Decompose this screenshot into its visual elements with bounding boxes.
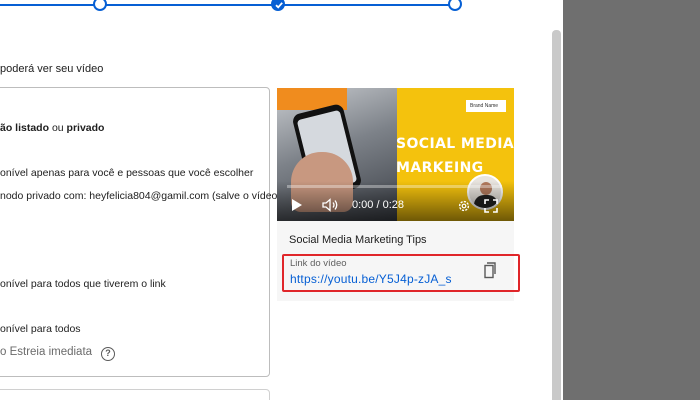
- upload-dialog: poderá ver seu vídeo ão listado ou priva…: [0, 0, 563, 400]
- check-icon: [275, 2, 283, 9]
- stepper-step-visibility[interactable]: [448, 0, 462, 11]
- page-backdrop: [563, 0, 700, 400]
- or-word: ou: [51, 122, 64, 134]
- progress-bar[interactable]: [287, 185, 502, 188]
- volume-icon[interactable]: [322, 198, 340, 212]
- play-icon[interactable]: [291, 198, 303, 212]
- stepper-step-checks[interactable]: [271, 0, 285, 11]
- video-title: Social Media Marketing Tips: [289, 234, 427, 246]
- playback-time: 0:00 / 0:28: [352, 199, 404, 211]
- thumbnail-title-line-1: SOCIAL MEDIA: [396, 136, 514, 152]
- thumbnail-brand-badge: Brand Name: [466, 100, 506, 112]
- public-option-description: onível para todos: [0, 323, 81, 335]
- stepper-line: [0, 4, 455, 6]
- private-option-description: onível apenas para você e pessoas que vo…: [0, 167, 254, 179]
- fullscreen-icon[interactable]: [484, 199, 498, 213]
- copy-icon[interactable]: [484, 262, 498, 279]
- private-word: privado: [66, 122, 105, 134]
- premiere-option-label[interactable]: o Estreia imediata: [0, 346, 92, 358]
- private-option-heading[interactable]: ão listado ou privado: [0, 122, 104, 134]
- unlisted-word: ão listado: [0, 122, 50, 134]
- thumbnail-title: SOCIAL MEDIA MARKEING: [396, 132, 514, 180]
- private-share-info[interactable]: nodo privado com: heyfelicia804@gamil.co…: [0, 190, 277, 202]
- visibility-subtitle: poderá ver seu vídeo: [0, 63, 104, 75]
- video-link-url[interactable]: https://youtu.be/Y5J4p-zJA_s: [290, 272, 452, 286]
- video-preview-player[interactable]: Brand Name SOCIAL MEDIA MARKEING 0:00 / …: [277, 88, 514, 221]
- dialog-scrollbar[interactable]: [552, 30, 561, 400]
- thumbnail-title-line-2: MARKEING: [396, 160, 484, 176]
- stepper-step-details[interactable]: [93, 0, 107, 11]
- settings-icon[interactable]: [457, 199, 471, 213]
- schedule-card: [0, 389, 270, 400]
- help-icon[interactable]: ?: [101, 347, 115, 361]
- video-link-label: Link do vídeo: [290, 258, 347, 269]
- unlisted-option-description: onível para todos que tiverem o link: [0, 278, 166, 290]
